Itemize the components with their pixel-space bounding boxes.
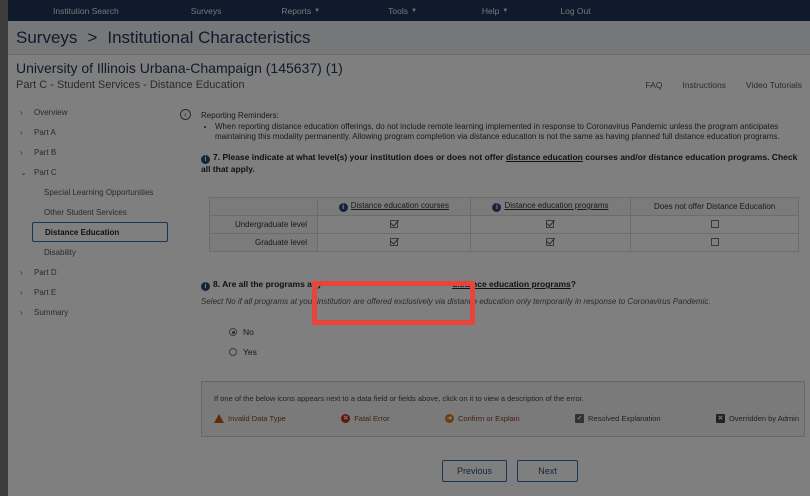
radio-button[interactable]: [229, 348, 237, 356]
page-title: Surveys > Institutional Characteristics: [8, 21, 810, 55]
sidebar-item-part-a[interactable]: › Part A: [8, 122, 178, 142]
legend-resolved-explanation: ✓ Resolved Explanation: [575, 414, 661, 423]
sidebar-item-part-d[interactable]: › Part D: [8, 262, 178, 282]
nav-tools[interactable]: Tools ▼: [388, 6, 417, 16]
faq-link[interactable]: FAQ: [645, 80, 662, 90]
next-button[interactable]: Next: [517, 460, 578, 482]
column-header: i Distance education programs: [469, 197, 632, 216]
previous-button[interactable]: Previous: [442, 460, 507, 482]
question-7: i 7. Please indicate at what level(s) you…: [201, 151, 798, 174]
info-icon[interactable]: i: [201, 154, 210, 164]
sidebar-item-overview[interactable]: › Overview: [8, 102, 178, 122]
radio-option-yes[interactable]: Yes: [229, 347, 257, 357]
table-cell: [630, 233, 799, 252]
instructions-link[interactable]: Instructions: [682, 80, 725, 90]
checkmark-icon: ✓: [575, 414, 585, 423]
checkbox[interactable]: [710, 237, 719, 246]
radio-option-no[interactable]: No: [229, 327, 254, 337]
distance-education-link[interactable]: distance education: [506, 152, 583, 162]
chevron-down-icon: ⌄: [20, 167, 27, 177]
override-icon: ✕: [715, 414, 725, 423]
table-cell: [317, 215, 471, 234]
info-icon[interactable]: i: [338, 203, 348, 212]
collapse-sidebar-icon[interactable]: ‹: [180, 109, 191, 120]
checkbox[interactable]: [546, 237, 555, 246]
checkbox[interactable]: [546, 219, 555, 228]
help-links: FAQ Instructions Video Tutorials: [645, 80, 802, 90]
sidebar: › Overview › Part A › Part B ⌄ Part C Specia…: [8, 102, 178, 322]
distance-education-table: i Distance education courses i Distance ed…: [209, 197, 799, 252]
part-title: Part C - Student Services - Distance Edu…: [16, 79, 245, 91]
nav-reports[interactable]: Reports ▼: [281, 6, 320, 16]
table-corner: [209, 197, 318, 216]
error-icon: ✕: [341, 414, 351, 423]
chevron-down-icon: ▼: [410, 7, 417, 14]
main-content: Reporting Reminders: When reporting dist…: [201, 111, 805, 482]
legend-fatal-error: ✕ Fatal Error: [341, 414, 390, 423]
reminders-title: Reporting Reminders:: [201, 111, 279, 120]
chevron-down-icon: ▼: [502, 7, 509, 14]
table-cell: [469, 215, 632, 234]
sidebar-subitem-disability[interactable]: Disability: [8, 242, 178, 262]
radio-button[interactable]: [229, 328, 237, 336]
confirm-icon: ➜: [444, 414, 454, 423]
info-icon[interactable]: i: [492, 203, 502, 212]
legend-invalid-data-type: Invalid Data Type: [214, 414, 286, 423]
table-row: Graduate level: [209, 233, 799, 252]
sidebar-subitem-distance-education[interactable]: Distance Education: [32, 222, 168, 242]
highlight-box: [312, 281, 475, 325]
nav-institution-search[interactable]: Institution Search: [53, 6, 119, 16]
legend-note: If one of the below icons appears next t…: [214, 394, 584, 403]
info-icon[interactable]: i: [201, 282, 210, 291]
chevron-down-icon: ▼: [314, 7, 321, 14]
warning-icon: [214, 414, 224, 423]
table-cell: [630, 215, 799, 234]
legend-confirm-or-explain: ➜ Confirm or Explain: [444, 414, 520, 423]
row-label: Undergraduate level: [209, 215, 318, 234]
row-label: Graduate level: [209, 233, 318, 252]
reminder-bullet: When reporting distance education offeri…: [215, 122, 801, 143]
breadcrumb-current: Institutional Characteristics: [107, 27, 311, 47]
checkbox[interactable]: [710, 219, 719, 228]
table-header-row: i Distance education courses i Distance ed…: [209, 197, 799, 216]
error-legend: If one of the below icons appears next t…: [201, 381, 805, 437]
video-tutorials-link[interactable]: Video Tutorials: [746, 80, 802, 90]
chevron-right-icon: ›: [20, 287, 23, 297]
sidebar-subitem-special-learning[interactable]: Special Learning Opportunities: [8, 182, 178, 202]
sidebar-item-part-c[interactable]: ⌄ Part C: [8, 162, 178, 182]
sidebar-item-part-e[interactable]: › Part E: [8, 282, 178, 302]
sidebar-subitem-other-student-services[interactable]: Other Student Services: [8, 202, 178, 222]
legend-overridden-by-admin: ✕ Overridden by Admin: [715, 414, 799, 423]
breadcrumb-separator: >: [87, 27, 98, 47]
chevron-right-icon: ›: [20, 307, 23, 317]
chevron-right-icon: ›: [20, 147, 23, 157]
reporting-reminders: Reporting Reminders: When reporting dist…: [201, 111, 801, 143]
checkbox[interactable]: [389, 237, 398, 246]
chevron-right-icon: ›: [20, 267, 23, 277]
table-cell: [317, 233, 471, 252]
subheader: Part C - Student Services - Distance Edu…: [8, 76, 810, 94]
top-navbar: Institution Search Surveys Reports ▼ Tool…: [8, 0, 810, 21]
chevron-right-icon: ›: [20, 127, 23, 137]
chevron-right-icon: ›: [20, 107, 23, 117]
breadcrumb-root[interactable]: Surveys: [16, 28, 77, 48]
table-row: Undergraduate level: [209, 215, 799, 234]
nav-help[interactable]: Help ▼: [482, 6, 508, 16]
column-header: Does not offer Distance Education: [630, 197, 799, 216]
checkbox[interactable]: [389, 219, 398, 228]
column-header: i Distance education courses: [317, 197, 471, 216]
table-cell: [469, 233, 632, 252]
institution-name: University of Illinois Urbana-Champaign …: [16, 60, 343, 76]
page: Institution Search Surveys Reports ▼ Tool…: [8, 0, 810, 496]
nav-surveys[interactable]: Surveys: [191, 6, 222, 16]
nav-logout[interactable]: Log Out: [560, 6, 590, 16]
sidebar-item-summary[interactable]: › Summary: [8, 302, 178, 322]
sidebar-item-part-b[interactable]: › Part B: [8, 142, 178, 162]
